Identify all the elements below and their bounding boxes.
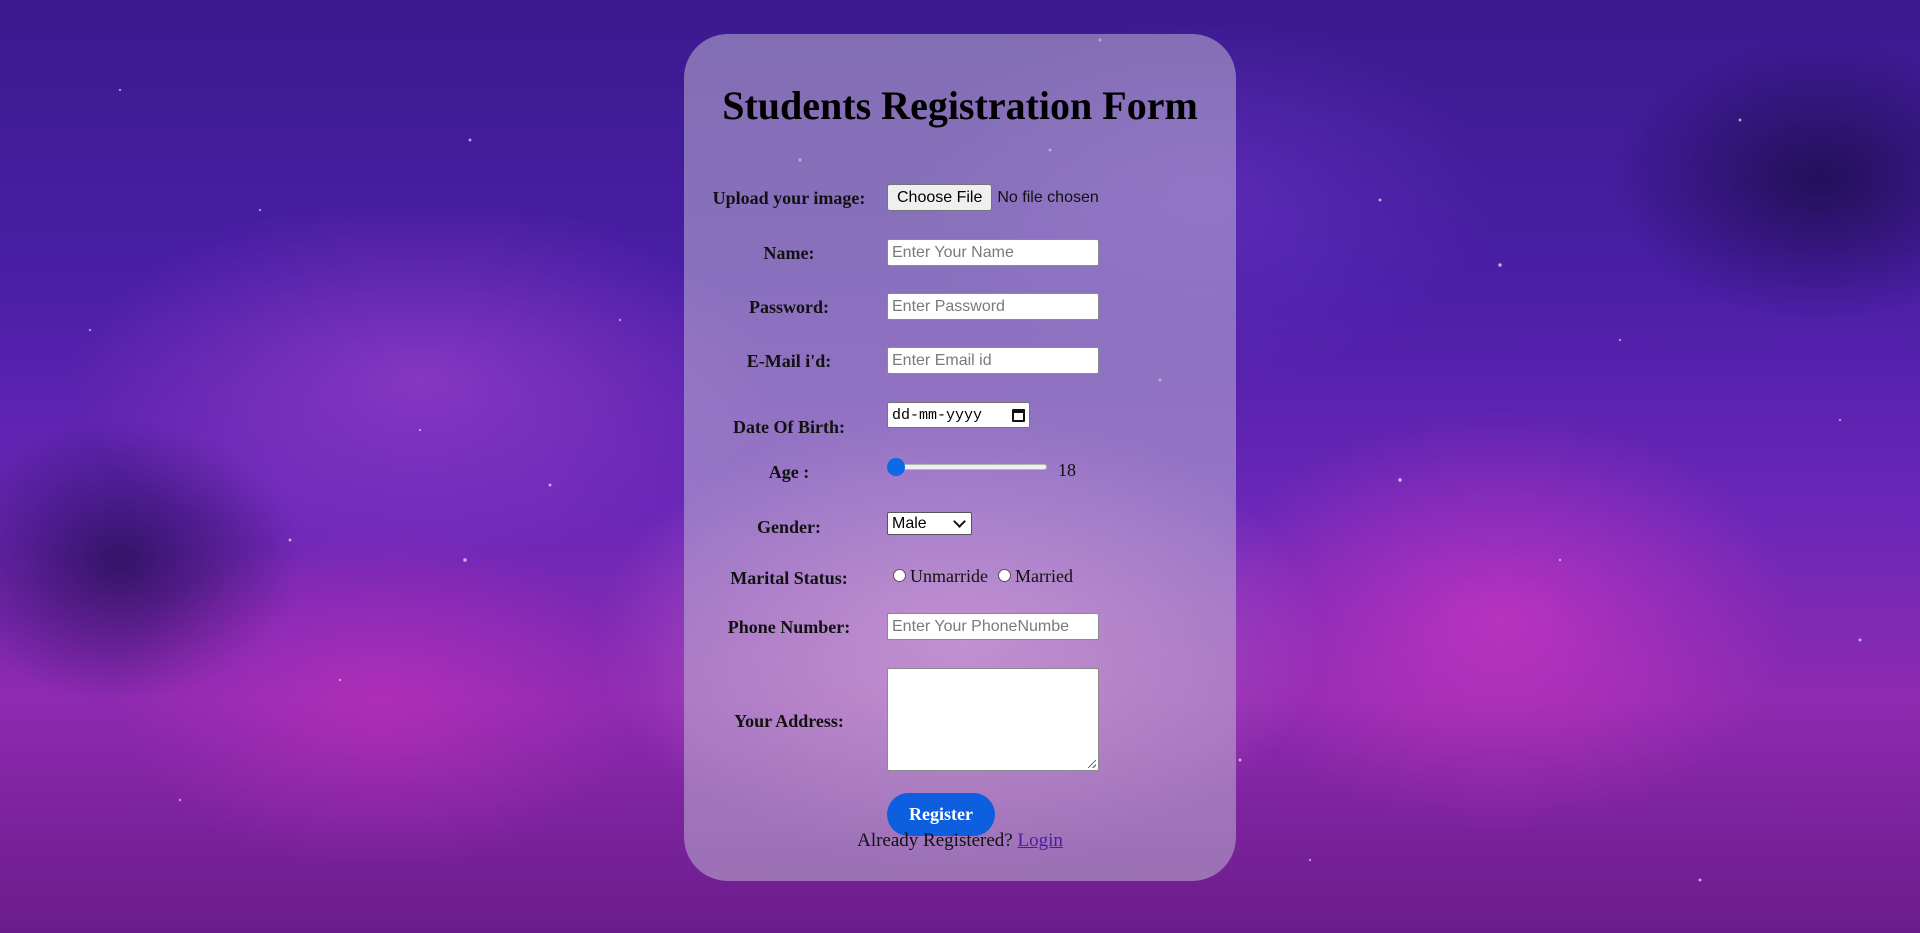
password-label: Password: — [749, 297, 829, 317]
gender-select[interactable]: Male — [887, 512, 972, 535]
resize-grip-icon[interactable] — [1088, 760, 1096, 768]
slider-thumb[interactable] — [887, 458, 905, 476]
gender-label: Gender: — [757, 517, 821, 537]
gender-selected: Male — [892, 514, 927, 532]
radio-label-unmarride: Unmarride — [910, 566, 988, 586]
address-textarea[interactable] — [887, 668, 1099, 771]
radio-label-married: Married — [1014, 566, 1073, 586]
login-prompt-text: Already Registered? — [857, 830, 1013, 851]
login-prompt: Already Registered? Login — [684, 830, 1236, 852]
age-value: 18 — [1058, 460, 1076, 480]
radio-unmarride[interactable] — [893, 568, 906, 582]
login-link[interactable]: Login — [1018, 830, 1063, 851]
phone-input[interactable] — [887, 613, 1099, 640]
choose-file-button[interactable]: Choose File — [887, 184, 993, 211]
dob-input[interactable]: dd-mm-yyyy — [887, 402, 1030, 428]
page-title: Students Registration Form — [722, 83, 1198, 128]
file-status-text: No file chosen — [997, 188, 1099, 206]
upload-label: Upload your image: — [712, 188, 866, 208]
password-input[interactable] — [887, 293, 1099, 320]
radio-married[interactable] — [997, 568, 1011, 582]
marital-label: Marital Status: — [730, 568, 848, 588]
name-label: Name: — [763, 243, 815, 263]
email-input[interactable] — [887, 347, 1099, 374]
address-label: Your Address: — [734, 711, 844, 731]
calendar-icon[interactable] — [1012, 408, 1025, 422]
upload-control: Choose File No file chosen — [887, 184, 1099, 211]
registration-card: Students Registration Form Upload your i… — [684, 34, 1236, 881]
dob-label: Date Of Birth: — [733, 417, 845, 437]
chevron-down-icon — [953, 515, 966, 528]
slider-track[interactable] — [887, 464, 1047, 470]
dob-value: dd-mm-yyyy — [892, 406, 983, 424]
marital-options: Unmarride Married — [887, 566, 1073, 587]
age-slider[interactable]: 18 — [887, 458, 1087, 482]
age-label: Age : — [768, 462, 810, 482]
phone-label: Phone Number: — [727, 617, 851, 637]
name-input[interactable] — [887, 239, 1099, 266]
email-label: E-Mail i'd: — [746, 351, 832, 371]
